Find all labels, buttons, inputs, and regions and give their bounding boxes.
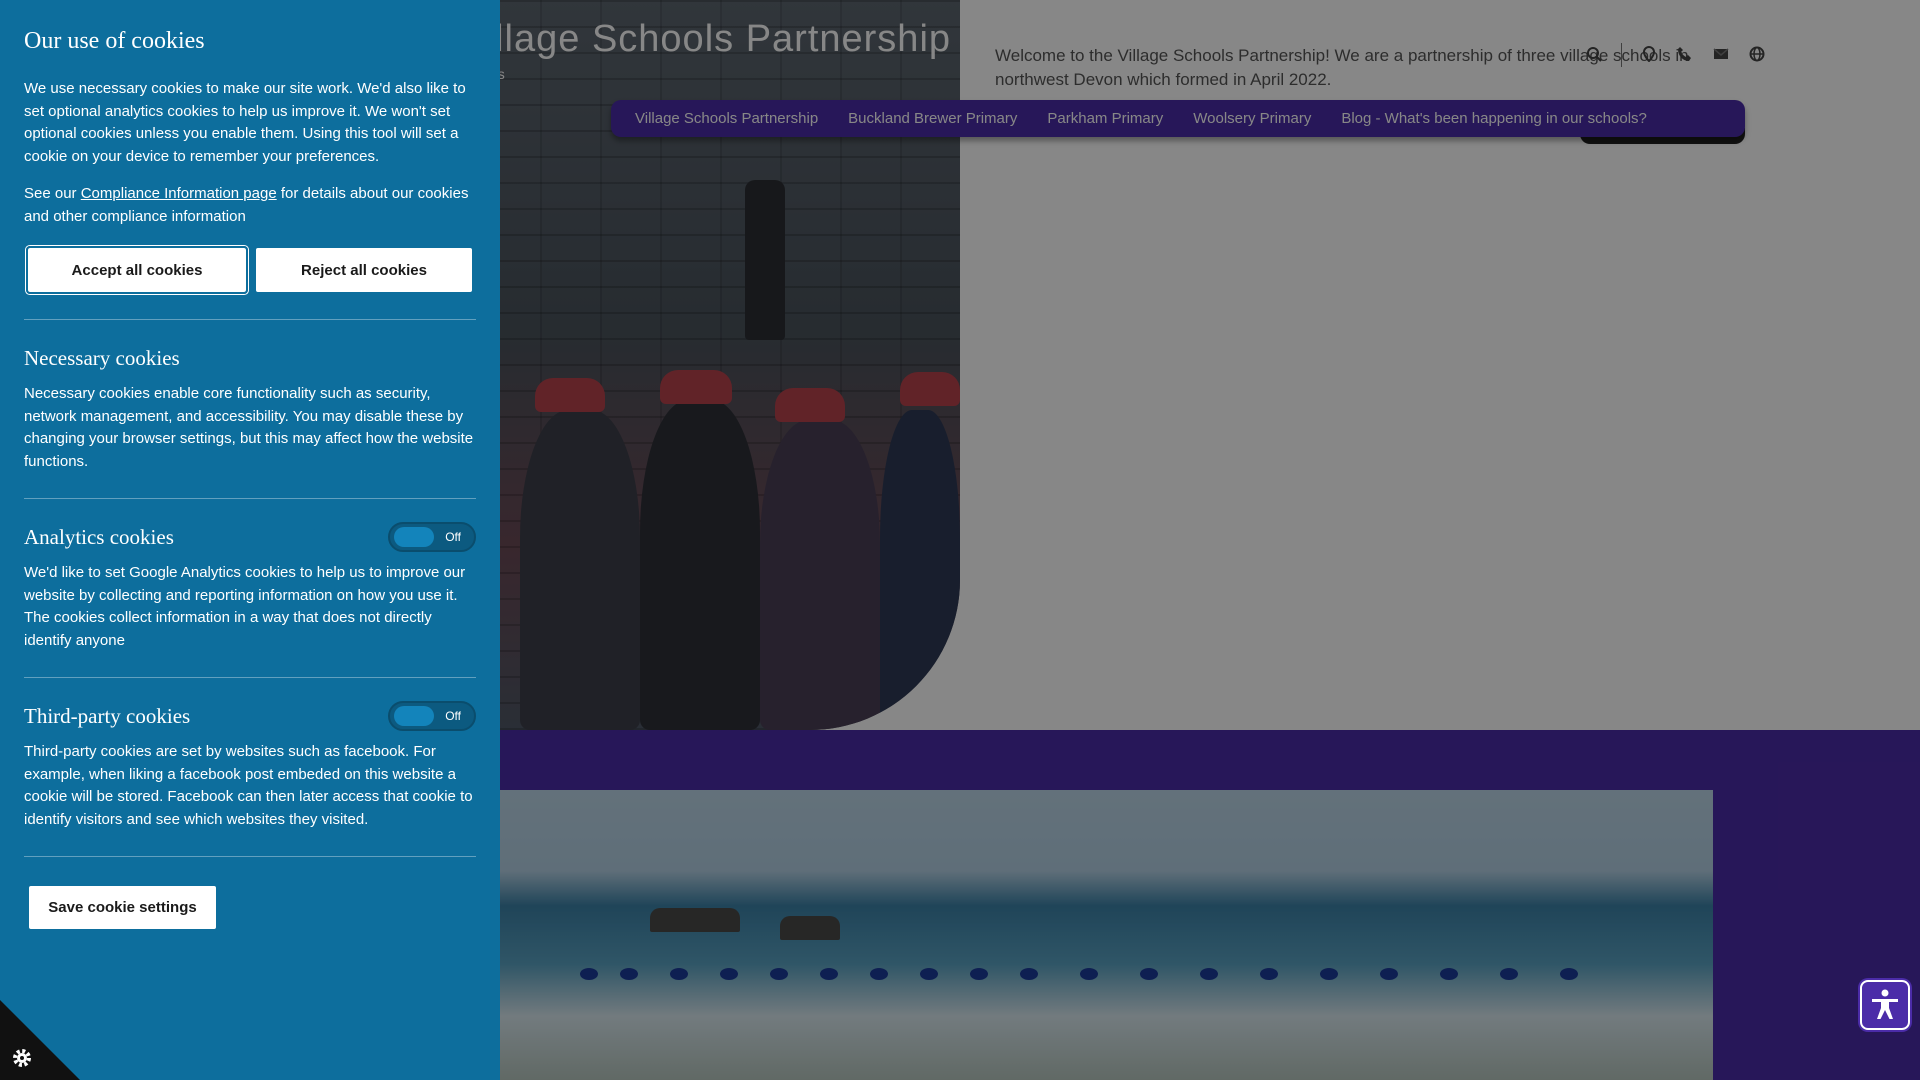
third-party-cookies-text: Third-party cookies are set by websites … xyxy=(24,743,473,828)
third-party-cookies-section: Third-party cookies Off Third-party cook… xyxy=(24,701,476,831)
save-cookie-settings-button[interactable]: Save cookie settings xyxy=(29,886,216,929)
cookie-action-buttons: Accept all cookies Reject all cookies xyxy=(26,246,472,294)
third-party-cookies-title: Third-party cookies xyxy=(24,703,191,728)
analytics-cookies-title: Analytics cookies xyxy=(24,524,174,549)
accessibility-icon xyxy=(1872,989,1898,1019)
third-party-cookies-toggle[interactable]: Off xyxy=(388,701,476,731)
cookie-settings-icon xyxy=(10,1046,34,1076)
analytics-cookies-text: We'd like to set Google Analytics cookie… xyxy=(24,564,466,649)
accept-all-cookies-button[interactable]: Accept all cookies xyxy=(26,246,248,294)
reject-all-cookies-button[interactable]: Reject all cookies xyxy=(256,248,472,292)
compliance-text: See our Compliance Information page for … xyxy=(24,185,469,225)
necessary-cookies-text: Necessary cookies enable core functional… xyxy=(24,385,474,470)
divider xyxy=(24,498,476,499)
toggle-state-label: Off xyxy=(445,530,461,544)
toggle-state-label: Off xyxy=(445,709,461,723)
analytics-cookies-section: Analytics cookies Off We'd like to set G… xyxy=(24,522,476,652)
compliance-information-link[interactable]: Compliance Information page xyxy=(81,185,277,202)
divider xyxy=(24,319,476,320)
divider xyxy=(24,677,476,678)
cookie-control-panel: Our use of cookies We use necessary cook… xyxy=(0,0,500,1080)
cookie-intro-text: We use necessary cookies to make our sit… xyxy=(24,80,466,165)
accessibility-button[interactable] xyxy=(1860,980,1910,1030)
cookie-panel-title: Our use of cookies xyxy=(24,28,205,54)
divider xyxy=(24,856,476,857)
analytics-cookies-toggle[interactable]: Off xyxy=(388,522,476,552)
necessary-cookies-section: Necessary cookies Necessary cookies enab… xyxy=(24,343,476,473)
necessary-cookies-title: Necessary cookies xyxy=(24,345,180,370)
